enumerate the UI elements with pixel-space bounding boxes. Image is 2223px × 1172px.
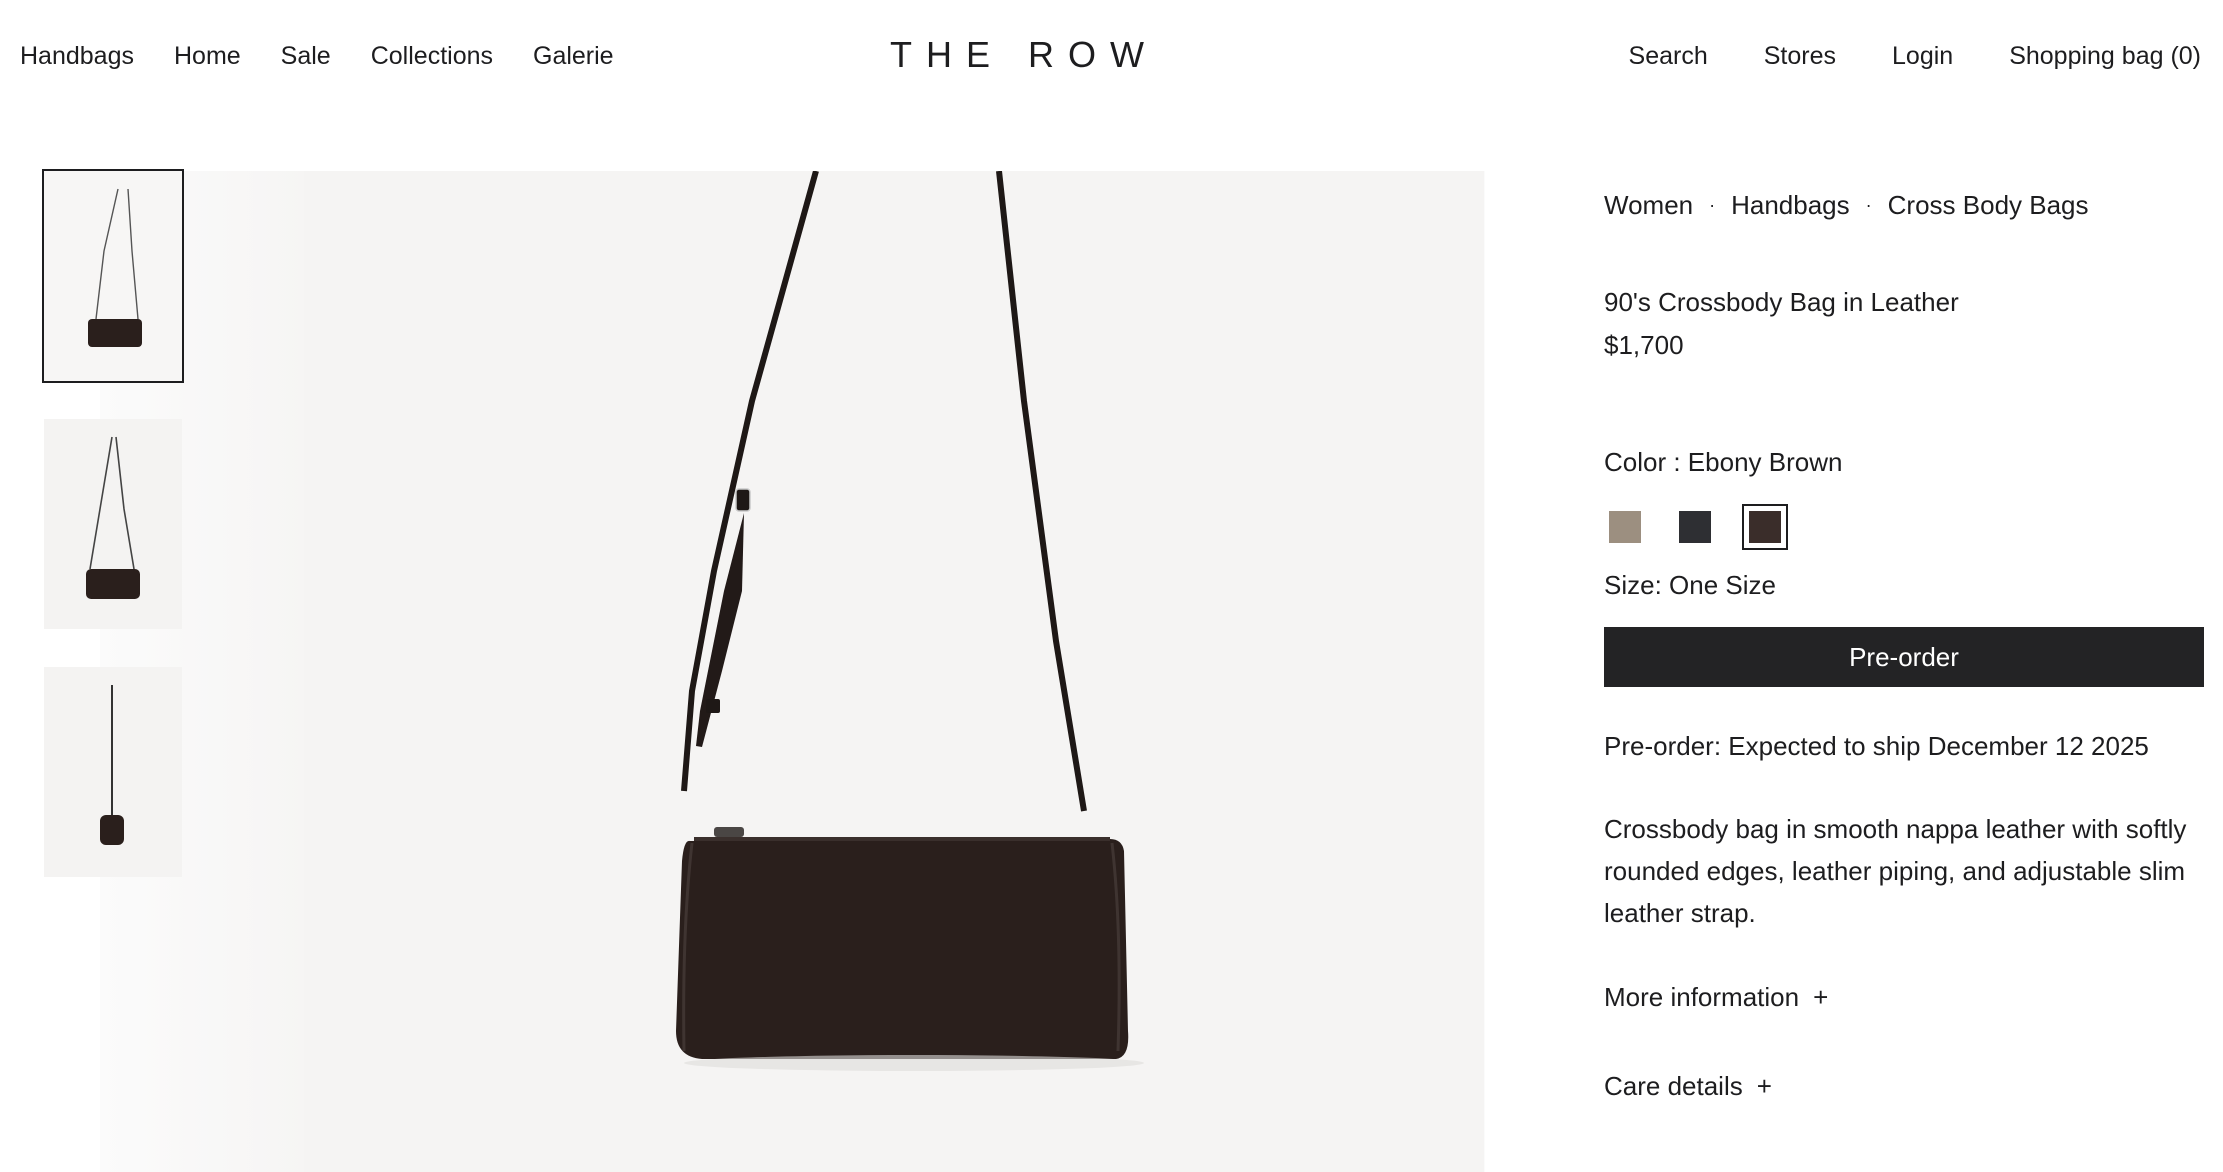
nav-link-collections[interactable]: Collections: [371, 42, 493, 71]
product-title: 90's Crossbody Bag in Leather: [1604, 287, 1959, 317]
swatch-option-black[interactable]: [1674, 506, 1716, 548]
thumbnail-3[interactable]: [44, 667, 182, 877]
thumbnail-bag-angle-image: [86, 436, 140, 599]
pre-order-button[interactable]: Pre-order: [1604, 627, 2204, 687]
login-link[interactable]: Login: [1892, 42, 1953, 71]
thumbnail-rail: [42, 169, 184, 915]
swatch-color-taupe: [1609, 511, 1641, 543]
swatch-color-black: [1679, 511, 1711, 543]
shopping-bag-link[interactable]: Shopping bag (0): [2009, 42, 2201, 71]
thumbnail-bag-front-image: [88, 188, 142, 347]
breadcrumb-women[interactable]: Women: [1604, 190, 1693, 221]
color-swatches: [1604, 504, 2204, 550]
size-label: Size: One Size: [1604, 570, 1776, 600]
care-details-toggle[interactable]: Care details +: [1604, 1071, 2204, 1102]
utility-nav: Search Stores Login Shopping bag (0): [1573, 42, 2201, 71]
thumbnail-1[interactable]: [42, 169, 184, 383]
main-product-image[interactable]: [304, 171, 1484, 1172]
thumbnail-bag-side-image: [100, 685, 124, 845]
plus-icon: +: [1813, 982, 1829, 1012]
brand-logo[interactable]: THE ROW: [890, 34, 1158, 76]
search-link[interactable]: Search: [1629, 42, 1708, 71]
breadcrumb-handbags[interactable]: Handbags: [1731, 190, 1850, 221]
more-information-toggle[interactable]: More information +: [1604, 982, 2204, 1013]
nav-link-sale[interactable]: Sale: [281, 42, 331, 71]
nav-link-handbags[interactable]: Handbags: [20, 42, 134, 71]
plus-icon: +: [1756, 1071, 1772, 1101]
breadcrumb-separator: ·: [1865, 195, 1872, 215]
site-header: Handbags Home Sale Collections Galerie T…: [0, 0, 2223, 120]
product-image-area: [100, 171, 1485, 1172]
shipping-note: Pre-order: Expected to ship December 12 …: [1604, 731, 2149, 761]
nav-link-home[interactable]: Home: [174, 42, 241, 71]
accordion-label: More information: [1604, 982, 1800, 1012]
swatch-option-ebony-brown[interactable]: [1742, 504, 1788, 550]
nav-link-galerie[interactable]: Galerie: [533, 42, 614, 71]
product-price: $1,700: [1604, 330, 1684, 360]
main-nav: Handbags Home Sale Collections Galerie: [20, 42, 654, 71]
breadcrumb-cross-body-bags[interactable]: Cross Body Bags: [1888, 190, 2089, 221]
thumbnail-2[interactable]: [44, 419, 182, 629]
product-description: Crossbody bag in smooth nappa leather wi…: [1604, 814, 2187, 928]
swatch-option-taupe[interactable]: [1604, 506, 1646, 548]
breadcrumb: Women · Handbags · Cross Body Bags: [1604, 190, 2204, 221]
breadcrumb-separator: ·: [1709, 195, 1716, 215]
accordion-label: Care details: [1604, 1071, 1743, 1101]
swatch-color-ebony-brown: [1749, 511, 1781, 543]
product-details-panel: Women · Handbags · Cross Body Bags 90's …: [1604, 190, 2204, 1102]
crossbody-bag-illustration: [676, 171, 1144, 1071]
stores-link[interactable]: Stores: [1764, 42, 1836, 71]
color-label: Color : Ebony Brown: [1604, 447, 1843, 477]
